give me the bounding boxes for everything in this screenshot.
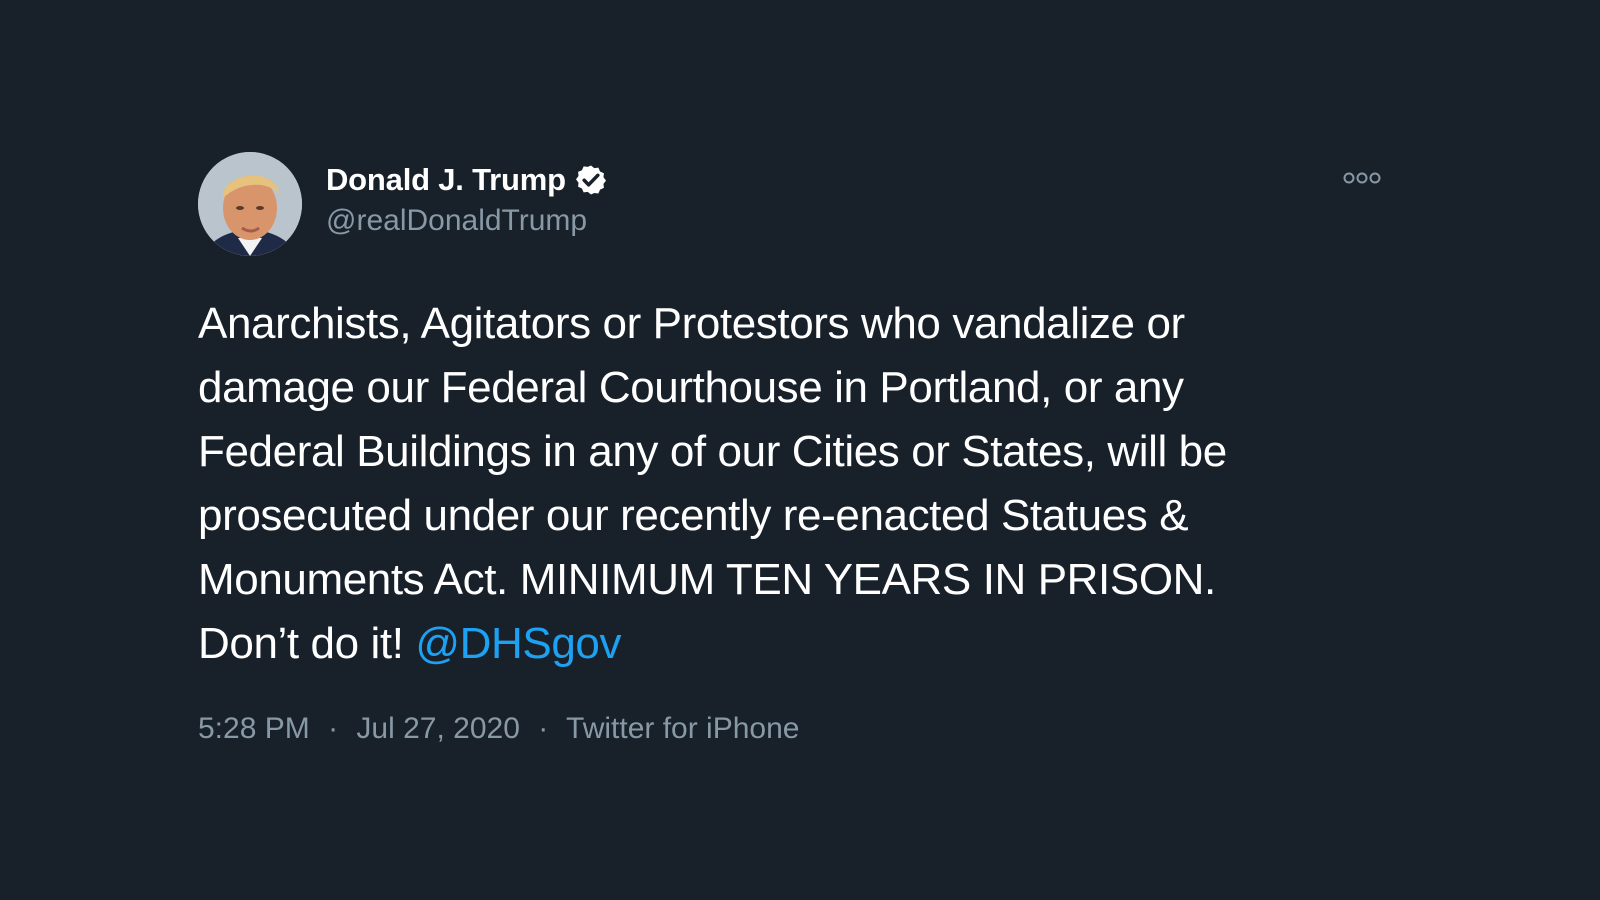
tweet-text-line: Federal Buildings in any of our Cities o… xyxy=(198,427,1227,476)
name-row: Donald J. Trump xyxy=(326,160,608,200)
tweet-time[interactable]: 5:28 PM xyxy=(198,712,310,745)
author-display-name[interactable]: Donald J. Trump xyxy=(326,162,566,198)
author-handle[interactable]: @realDonaldTrump xyxy=(326,204,608,238)
tweet-date[interactable]: Jul 27, 2020 xyxy=(356,712,519,745)
tweet-text-line: prosecuted under our recently re-enacted… xyxy=(198,491,1189,540)
tweet-text-line: Anarchists, Agitators or Protestors who … xyxy=(198,299,1185,348)
meta-separator: · xyxy=(328,712,339,745)
tweet-meta: 5:28 PM · Jul 27, 2020 · Twitter for iPh… xyxy=(198,712,1408,746)
tweet-screen: Donald J. Trump @realDonaldTrump Anarchi… xyxy=(0,0,1600,900)
tweet-card: Donald J. Trump @realDonaldTrump Anarchi… xyxy=(198,152,1408,746)
meta-separator: · xyxy=(538,712,549,745)
tweet-header: Donald J. Trump @realDonaldTrump xyxy=(198,152,1408,256)
tweet-text-line: damage our Federal Courthouse in Portlan… xyxy=(198,363,1184,412)
avatar-photo xyxy=(198,152,302,256)
tweet-last-line: Don’t do it! @DHSgov xyxy=(198,612,1388,676)
mention-link[interactable]: @DHSgov xyxy=(415,619,621,668)
tweet-source-link[interactable]: Twitter for iPhone xyxy=(566,712,799,745)
tweet-body: Anarchists, Agitators or Protestors who … xyxy=(198,292,1388,676)
tweet-closing-text: Don’t do it! xyxy=(198,619,404,668)
avatar[interactable] xyxy=(198,152,302,256)
tweet-text-line: Monuments Act. MINIMUM TEN YEARS IN PRIS… xyxy=(198,555,1216,604)
more-options-icon[interactable] xyxy=(1342,170,1382,186)
author-identity: Donald J. Trump @realDonaldTrump xyxy=(326,152,608,238)
verified-badge-icon xyxy=(574,163,608,197)
